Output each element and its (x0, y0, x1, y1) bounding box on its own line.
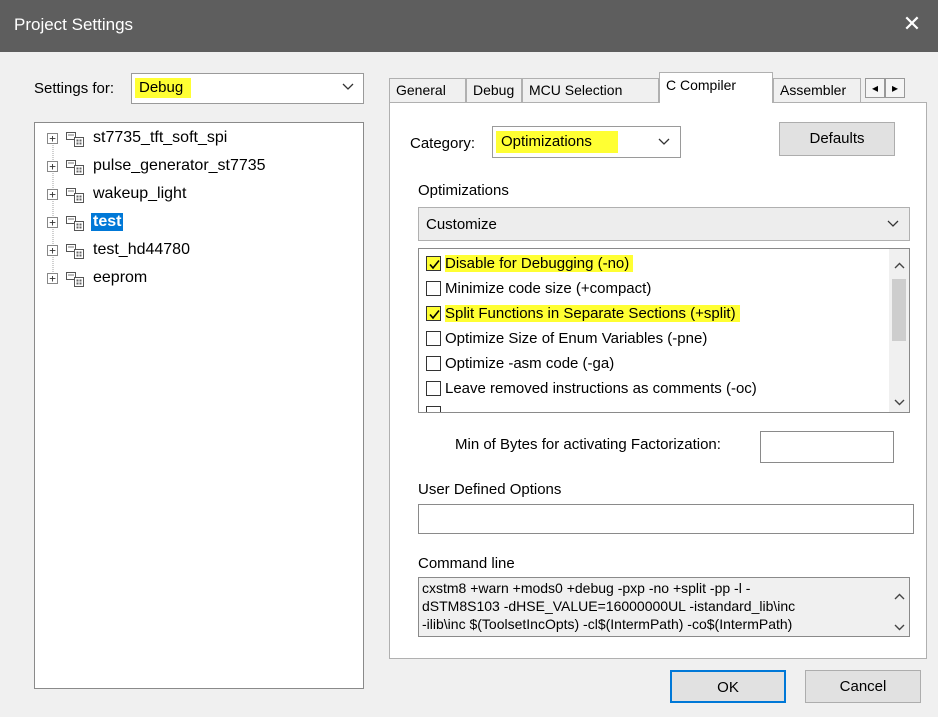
expand-icon[interactable]: + (47, 189, 58, 200)
title-bar: Project Settings ✕ (0, 0, 938, 52)
factorization-input[interactable] (760, 431, 894, 463)
ok-button[interactable]: OK (670, 670, 786, 703)
optimizations-mode-dropdown[interactable]: Customize (418, 207, 910, 241)
tab-label: C Compiler (666, 77, 737, 93)
optimizations-label: Optimizations (418, 182, 509, 199)
command-line-row: cxstm8 +warn +mods0 +debug -pxp -no +spl… (422, 580, 751, 596)
option-label: Split Functions in Separate Sections (+s… (445, 305, 740, 322)
project-icon (65, 269, 85, 289)
settings-for-value: Debug (135, 78, 192, 98)
option-label: Optimize -asm code (-ga) (445, 355, 615, 372)
expand-icon[interactable]: + (47, 217, 58, 228)
checkbox-checked[interactable] (426, 306, 441, 321)
tab-label: Debug (473, 82, 515, 98)
scroll-up-icon[interactable] (894, 257, 905, 274)
project-icon (65, 241, 85, 261)
tree-item-label: st7735_tft_soft_spi (93, 129, 228, 146)
checkbox[interactable] (426, 381, 441, 396)
category-value: Optimizations (496, 131, 618, 153)
scroll-down-icon[interactable] (894, 618, 905, 635)
tree-item-label: pulse_generator_st7735 (93, 157, 266, 174)
expand-icon[interactable]: + (47, 245, 58, 256)
tab-assembler[interactable]: Assembler (773, 78, 861, 103)
user-defined-options-input[interactable] (418, 504, 914, 534)
project-icon (65, 157, 85, 177)
command-line-text: cxstm8 +warn +mods0 +debug -pxp -no +spl… (422, 579, 887, 633)
tab-scroll-left-icon[interactable]: ◂ (865, 78, 885, 98)
command-line-box[interactable]: cxstm8 +warn +mods0 +debug -pxp -no +spl… (418, 577, 910, 637)
option-label: Optimize Size of Enum Variables (-pne) (445, 330, 708, 347)
tab-general[interactable]: General (389, 78, 466, 103)
list-scrollbar[interactable] (889, 249, 909, 412)
checkbox-checked[interactable] (426, 256, 441, 271)
command-line-label: Command line (418, 555, 515, 572)
chevron-down-icon (342, 81, 354, 94)
tree-item-label: test (91, 213, 124, 231)
option-label: Minimize code size (+compact) (445, 280, 652, 297)
tab-label: MCU Selection (529, 82, 623, 98)
chevron-down-icon (887, 218, 899, 231)
user-defined-options-label: User Defined Options (418, 481, 562, 498)
tab-scroll-right-icon[interactable]: ▸ (885, 78, 905, 98)
tab-label: General (396, 82, 446, 98)
project-tree[interactable]: + st7735_tft_soft_spi + pulse_generator_st7… (34, 122, 364, 689)
checkbox[interactable] (426, 331, 441, 346)
expand-icon[interactable]: + (47, 161, 58, 172)
chevron-down-icon (658, 136, 670, 149)
optimization-options-list[interactable]: Disable for Debugging (-no) Minimize code… (418, 248, 910, 413)
defaults-button[interactable]: Defaults (779, 122, 895, 156)
command-line-row: dSTM8S103 -dHSE_VALUE=16000000UL -istand… (422, 598, 796, 614)
expand-icon[interactable]: + (47, 133, 58, 144)
checkbox (426, 406, 441, 412)
optimizations-mode-value: Customize (426, 216, 497, 233)
category-dropdown[interactable]: Optimizations (492, 126, 681, 158)
settings-for-label: Settings for: (34, 80, 115, 97)
tree-item-label: test_hd44780 (93, 241, 190, 258)
scroll-thumb[interactable] (892, 279, 906, 341)
tab-label: Assembler (780, 82, 847, 98)
scroll-down-icon[interactable] (894, 393, 905, 410)
tab-scroll: ◂ ▸ (865, 78, 905, 98)
option-label: Disable for Debugging (-no) (445, 255, 634, 272)
project-icon (65, 129, 85, 149)
command-line-scrollbar[interactable] (889, 578, 909, 636)
window-title: Project Settings (14, 15, 134, 34)
checkbox[interactable] (426, 356, 441, 371)
settings-for-dropdown[interactable]: Debug (131, 73, 364, 104)
project-icon (65, 185, 85, 205)
tab-mcu-selection[interactable]: MCU Selection (522, 78, 659, 103)
checkbox[interactable] (426, 281, 441, 296)
tab-debug[interactable]: Debug (466, 78, 522, 103)
close-icon[interactable]: ✕ (886, 0, 938, 52)
project-icon (65, 213, 85, 233)
tree-item-label: wakeup_light (93, 185, 187, 202)
command-line-row: -ilib\inc $(ToolsetIncOpts) -cl$(IntermP… (422, 616, 793, 632)
tab-c-compiler[interactable]: C Compiler (659, 72, 773, 103)
factorization-label: Min of Bytes for activating Factorizatio… (455, 436, 721, 453)
scroll-up-icon[interactable] (894, 588, 905, 605)
category-label: Category: (410, 135, 476, 152)
cancel-button[interactable]: Cancel (805, 670, 921, 703)
expand-icon[interactable]: + (47, 273, 58, 284)
tree-item-label: eeprom (93, 269, 148, 286)
option-label: Leave removed instructions as comments (… (445, 380, 757, 397)
